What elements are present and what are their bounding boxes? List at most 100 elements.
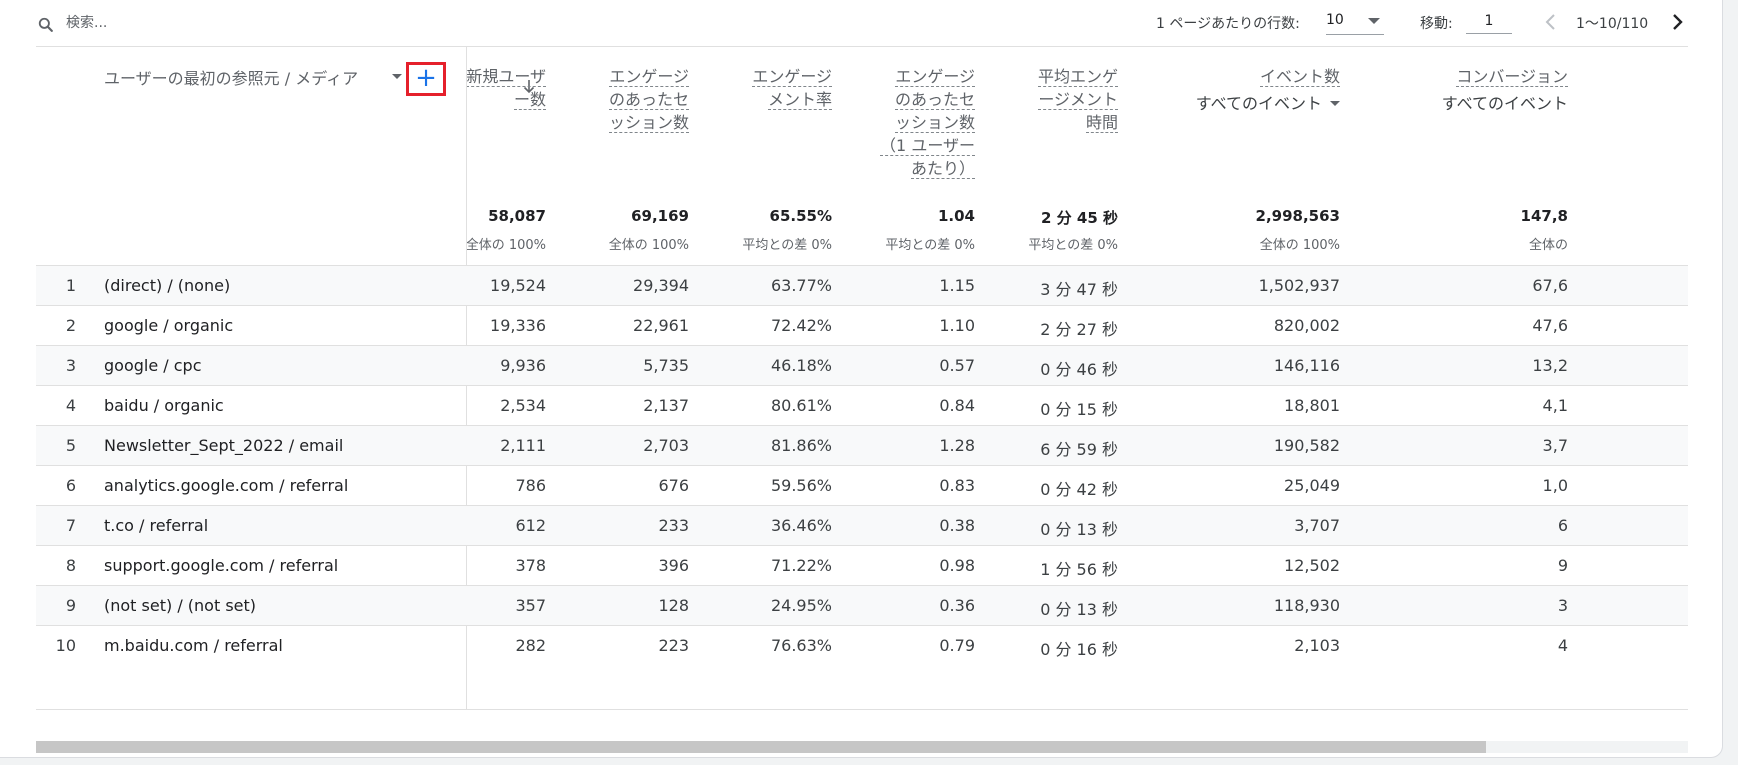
row-metric-value: 18,801 bbox=[1284, 396, 1340, 415]
metric-total-comparison: 全体の 100% bbox=[465, 238, 546, 253]
metric-header-label: 時間 bbox=[1085, 113, 1118, 133]
search-icon bbox=[38, 17, 53, 32]
search-input[interactable] bbox=[66, 11, 326, 35]
row-metric-value: 1.10 bbox=[939, 316, 975, 335]
chevron-left-icon[interactable] bbox=[1540, 10, 1562, 34]
metric-total-comparison: 平均との差 0% bbox=[742, 238, 832, 253]
metric-header-1[interactable]: 新規ユーザ ー数 bbox=[426, 65, 546, 111]
row-dimension-value: support.google.com / referral bbox=[104, 556, 339, 575]
metric-header-5[interactable]: 平均エンゲ ージメント 時間 bbox=[998, 65, 1118, 134]
row-metric-value: 36.46% bbox=[770, 516, 832, 535]
metric-header-6[interactable]: イベント数 すべてのイベント bbox=[1130, 65, 1340, 115]
horizontal-scrollbar-thumb[interactable] bbox=[36, 741, 1486, 753]
row-metric-value: 0.84 bbox=[939, 396, 975, 415]
row-metric-value: 378 bbox=[515, 556, 546, 575]
row-dimension-value: t.co / referral bbox=[104, 516, 209, 535]
row-metric-value: 2,111 bbox=[500, 436, 546, 455]
metric-header-label: あたり） bbox=[910, 159, 975, 179]
row-metric-value: 0.79 bbox=[939, 636, 975, 655]
row-metric-value: 0 分 13 秒 bbox=[1040, 600, 1118, 619]
row-metric-value: 9,936 bbox=[500, 356, 546, 375]
metric-header-label: のあったセ bbox=[608, 90, 689, 110]
chevron-down-icon bbox=[1368, 18, 1380, 24]
row-metric-value: 46.18% bbox=[770, 356, 832, 375]
event-filter-select[interactable]: すべてのイベント bbox=[1130, 92, 1340, 115]
table-row[interactable]: 10 m.baidu.com / referral 282 223 76.63% 0.79… bbox=[36, 625, 1688, 666]
row-index: 3 bbox=[65, 356, 76, 375]
row-index: 9 bbox=[65, 596, 76, 615]
row-metric-value: 0 分 15 秒 bbox=[1040, 400, 1118, 419]
row-metric-value: 146,116 bbox=[1273, 356, 1340, 375]
row-dimension-value: Newsletter_Sept_2022 / email bbox=[104, 436, 344, 455]
row-metric-value: 72.42% bbox=[770, 316, 832, 335]
row-metric-value: 0.83 bbox=[939, 476, 975, 495]
row-dimension-value: (not set) / (not set) bbox=[104, 596, 257, 615]
metric-header-label: （1 ユーザー bbox=[880, 136, 975, 156]
table-row[interactable]: 8 support.google.com / referral 378 396 71.2… bbox=[36, 545, 1688, 586]
metric-total: 58,087 bbox=[488, 207, 546, 225]
metric-header-label: エンゲージ bbox=[752, 67, 832, 87]
metric-header-label: ッション数 bbox=[608, 113, 689, 133]
row-dimension-value: google / cpc bbox=[104, 356, 202, 375]
row-metric-value: 190,582 bbox=[1273, 436, 1340, 455]
row-metric-value: 19,524 bbox=[490, 276, 546, 295]
row-metric-value: 2,534 bbox=[500, 396, 546, 415]
row-metric-value: 2,703 bbox=[643, 436, 689, 455]
row-metric-value: 0 分 13 秒 bbox=[1040, 520, 1118, 539]
event-filter-select[interactable]: すべてのイベント bbox=[1358, 92, 1568, 115]
row-metric-value: 1.28 bbox=[939, 436, 975, 455]
metric-total: 2,998,563 bbox=[1255, 207, 1340, 225]
row-metric-value: 3 bbox=[1557, 596, 1568, 615]
row-metric-value: 6 bbox=[1557, 516, 1568, 535]
table-row[interactable]: 2 google / organic 19,336 22,961 72.42% 1.10 2… bbox=[36, 305, 1688, 346]
row-metric-value: 6 分 59 秒 bbox=[1040, 440, 1118, 459]
row-metric-value: 396 bbox=[658, 556, 689, 575]
chevron-down-icon[interactable] bbox=[392, 74, 402, 79]
row-metric-value: 67,6 bbox=[1532, 276, 1568, 295]
table-row[interactable]: 5 Newsletter_Sept_2022 / email 2,111 2,703 8… bbox=[36, 425, 1688, 466]
row-metric-value: 820,002 bbox=[1273, 316, 1340, 335]
table-row[interactable]: 1 (direct) / (none) 19,524 29,394 63.77% 1.15… bbox=[36, 265, 1688, 306]
row-metric-value: 223 bbox=[658, 636, 689, 655]
row-metric-value: 1,502,937 bbox=[1258, 276, 1340, 295]
rows-per-page-value: 10 bbox=[1326, 12, 1344, 28]
metric-header-label: ージメント bbox=[1038, 90, 1118, 110]
row-metric-value: 2 分 27 秒 bbox=[1040, 320, 1118, 339]
table-row[interactable]: 4 baidu / organic 2,534 2,137 80.61% 0.84 0 分 … bbox=[36, 385, 1688, 426]
metric-header-3[interactable]: エンゲージ メント率 bbox=[712, 65, 832, 111]
metric-header-label: ッション数 bbox=[894, 113, 975, 133]
metric-header-7[interactable]: コンバージョン すべてのイベント bbox=[1358, 65, 1568, 115]
row-metric-value: 80.61% bbox=[770, 396, 832, 415]
table-row[interactable]: 6 analytics.google.com / referral 786 676 59… bbox=[36, 465, 1688, 506]
row-dimension-value: m.baidu.com / referral bbox=[104, 636, 283, 655]
row-metric-value: 71.22% bbox=[770, 556, 832, 575]
table-row[interactable]: 7 t.co / referral 612 233 36.46% 0.38 0 分 13 秒… bbox=[36, 505, 1688, 546]
metric-total: 69,169 bbox=[631, 207, 689, 225]
dimension-header[interactable]: ユーザーの最初の参照元 / メディア bbox=[104, 65, 358, 89]
table-row[interactable]: 9 (not set) / (not set) 357 128 24.95% 0.36 0 … bbox=[36, 585, 1688, 626]
row-index: 10 bbox=[55, 636, 76, 655]
row-metric-value: 81.86% bbox=[770, 436, 832, 455]
row-metric-value: 3,7 bbox=[1542, 436, 1568, 455]
row-dimension-value: google / organic bbox=[104, 316, 234, 335]
row-dimension-value: (direct) / (none) bbox=[104, 276, 231, 295]
goto-label: 移動: bbox=[1420, 16, 1453, 32]
row-metric-value: 612 bbox=[515, 516, 546, 535]
row-dimension-value: baidu / organic bbox=[104, 396, 224, 415]
row-index: 5 bbox=[65, 436, 76, 455]
metric-total-comparison: 全体の 100% bbox=[608, 238, 689, 253]
metric-header-2[interactable]: エンゲージ のあったセ ッション数 bbox=[569, 65, 689, 134]
row-index: 7 bbox=[65, 516, 76, 535]
goto-page-input[interactable] bbox=[1466, 9, 1512, 34]
table-row[interactable]: 3 google / cpc 9,936 5,735 46.18% 0.57 0 分 46 … bbox=[36, 345, 1688, 386]
chevron-right-icon[interactable] bbox=[1666, 10, 1688, 34]
row-metric-value: 47,6 bbox=[1532, 316, 1568, 335]
event-filter-label: すべてのイベント bbox=[1195, 94, 1322, 113]
metric-header-4[interactable]: エンゲージ のあったセ ッション数 （1 ユーザー あたり） bbox=[855, 65, 975, 180]
metric-total: 2 分 45 秒 bbox=[1041, 209, 1118, 227]
rows-per-page-select[interactable]: 10 bbox=[1326, 10, 1384, 35]
event-filter-label: すべてのイベント bbox=[1441, 94, 1568, 113]
row-metric-value: 676 bbox=[658, 476, 689, 495]
row-metric-value: 59.56% bbox=[770, 476, 832, 495]
table-bottom-border bbox=[36, 709, 1688, 710]
